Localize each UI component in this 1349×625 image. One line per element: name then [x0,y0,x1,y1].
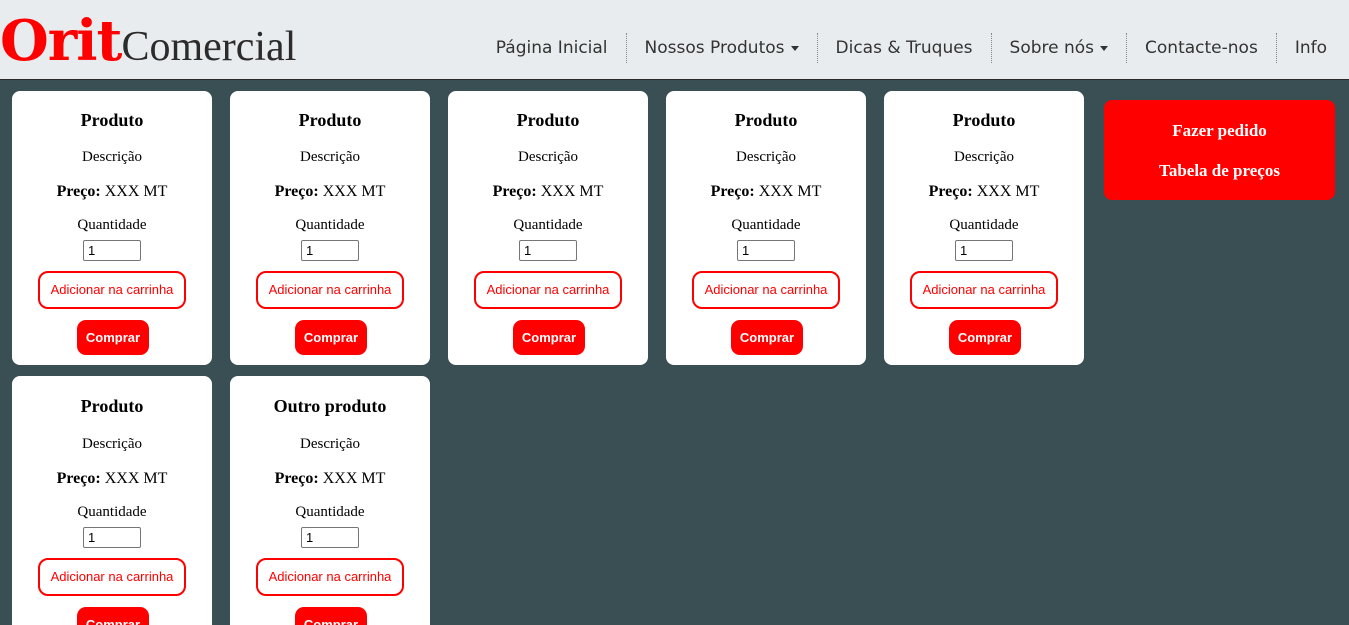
price-label: Preço: [56,470,101,487]
brand-logo[interactable]: OritComercial [0,6,296,76]
price-value: XXX MT [322,470,386,487]
nav-item-sobre-nos[interactable]: Sobre nós [990,33,1127,63]
buy-button[interactable]: Comprar [949,320,1021,355]
product-description: Descrição [518,149,578,165]
product-card: Produto Descrição Preço: XXX MT Quantida… [448,91,648,365]
quantity-input[interactable] [519,240,577,261]
price-label: Preço: [56,183,101,200]
nav-item-info[interactable]: Info [1275,33,1337,63]
product-card: Produto Descrição Preço: XXX MT Quantida… [230,91,430,365]
quantity-input[interactable] [737,240,795,261]
quantity-input[interactable] [301,240,359,261]
quantity-label: Quantidade [949,217,1019,233]
price-value: XXX MT [976,183,1040,200]
product-title: Produto [516,110,580,130]
nav-item-pagina-inicial[interactable]: Página Inicial [478,33,626,63]
quantity-label: Quantidade [295,217,365,233]
buy-button[interactable]: Comprar [77,607,149,625]
quantity-input[interactable] [83,527,141,548]
price-label: Preço: [928,183,973,200]
price-label: Preço: [492,183,537,200]
navbar: OritComercial Página Inicial Nossos Prod… [0,0,1349,80]
caret-down-icon [790,45,799,51]
buy-button[interactable]: Comprar [77,320,149,355]
quantity-label: Quantidade [77,504,147,520]
product-card: Outro produto Descrição Preço: XXX MT Qu… [230,376,430,625]
product-title: Outro produto [273,396,387,416]
add-to-cart-button[interactable]: Adicionar na carrinha [256,271,404,309]
quantity-label: Quantidade [513,217,583,233]
quantity-input[interactable] [955,240,1013,261]
quantity-input[interactable] [301,527,359,548]
product-description: Descrição [736,149,796,165]
product-description: Descrição [300,149,360,165]
price-label: Preço: [274,470,319,487]
product-title: Produto [80,396,144,416]
quantity-label: Quantidade [295,504,365,520]
product-description: Descrição [954,149,1014,165]
product-description: Descrição [300,436,360,452]
quantity-input[interactable] [83,240,141,261]
nav-item-label: Página Inicial [495,38,608,58]
price-label: Preço: [710,183,755,200]
nav-item-contacte-nos[interactable]: Contacte-nos [1126,33,1276,63]
nav-item-label: Nossos Produtos [644,38,785,58]
nav-item-label: Sobre nós [1009,38,1095,58]
price-value: XXX MT [758,183,822,200]
nav-item-label: Info [1294,38,1327,58]
add-to-cart-button[interactable]: Adicionar na carrinha [256,558,404,596]
caret-down-icon [1100,45,1109,51]
product-price: Preço: XXX MT [884,183,1084,201]
order-panel: Fazer pedido Tabela de preços [1104,100,1335,200]
price-value: XXX MT [322,183,386,200]
product-price: Preço: XXX MT [12,470,212,488]
buy-button[interactable]: Comprar [513,320,585,355]
nav-item-label: Dicas & Truques [835,38,973,58]
product-card: Produto Descrição Preço: XXX MT Quantida… [12,376,212,625]
nav-item-dicas-truques[interactable]: Dicas & Truques [816,33,991,63]
brand-orit: Orit [0,8,122,74]
quantity-label: Quantidade [731,217,801,233]
price-label: Preço: [274,183,319,200]
order-link[interactable]: Fazer pedido [1104,121,1335,141]
product-title: Produto [80,110,144,130]
product-price: Preço: XXX MT [230,470,430,488]
nav-item-nossos-produtos[interactable]: Nossos Produtos [625,33,817,63]
product-title: Produto [298,110,362,130]
add-to-cart-button[interactable]: Adicionar na carrinha [474,271,622,309]
product-price: Preço: XXX MT [666,183,866,201]
product-description: Descrição [82,436,142,452]
product-card: Produto Descrição Preço: XXX MT Quantida… [666,91,866,365]
price-value: XXX MT [540,183,604,200]
add-to-cart-button[interactable]: Adicionar na carrinha [692,271,840,309]
brand-comercial: Comercial [121,24,297,70]
product-title: Produto [734,110,798,130]
product-card: Produto Descrição Preço: XXX MT Quantida… [12,91,212,365]
add-to-cart-button[interactable]: Adicionar na carrinha [38,271,186,309]
add-to-cart-button[interactable]: Adicionar na carrinha [38,558,186,596]
price-value: XXX MT [104,183,168,200]
product-price: Preço: XXX MT [230,183,430,201]
buy-button[interactable]: Comprar [295,320,367,355]
product-card: Produto Descrição Preço: XXX MT Quantida… [884,91,1084,365]
price-value: XXX MT [104,470,168,487]
main-nav: Página Inicial Nossos Produtos Dicas & T… [478,33,1337,63]
product-title: Produto [952,110,1016,130]
quantity-label: Quantidade [77,217,147,233]
product-price: Preço: XXX MT [448,183,648,201]
product-description: Descrição [82,149,142,165]
buy-button[interactable]: Comprar [731,320,803,355]
buy-button[interactable]: Comprar [295,607,367,625]
nav-item-label: Contacte-nos [1145,38,1258,58]
product-price: Preço: XXX MT [12,183,212,201]
add-to-cart-button[interactable]: Adicionar na carrinha [910,271,1058,309]
price-table-link[interactable]: Tabela de preços [1104,161,1335,181]
